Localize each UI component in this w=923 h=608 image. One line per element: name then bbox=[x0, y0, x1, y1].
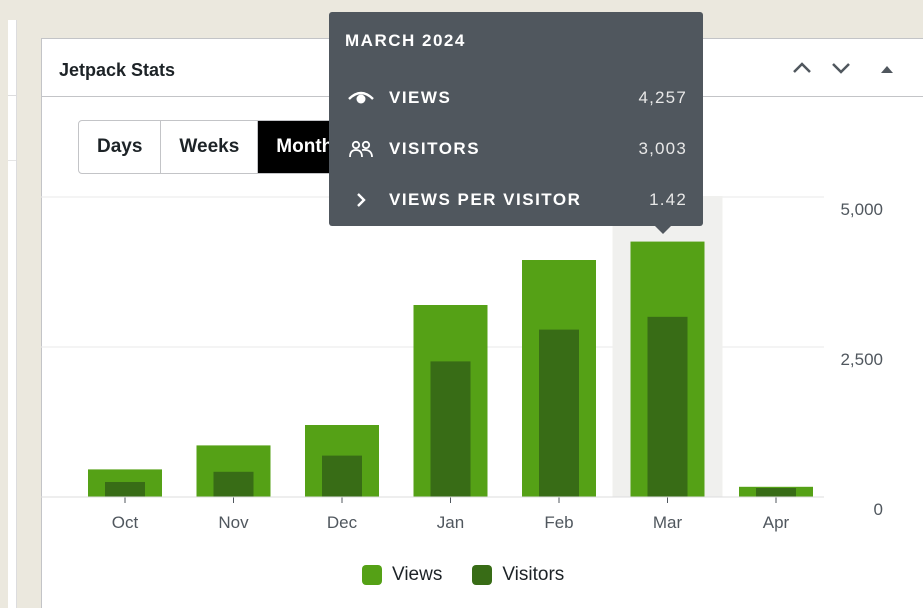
y-tick-label: 5,000 bbox=[840, 200, 883, 219]
x-tick-label: Jan bbox=[437, 513, 464, 532]
tooltip-row-views-per-visitor: VIEWS PER VISITOR 1.42 bbox=[329, 185, 703, 215]
bar-visitors-jan bbox=[430, 361, 471, 497]
left-panel bbox=[8, 20, 17, 608]
tooltip-row-visitors: VISITORS 3,003 bbox=[329, 134, 703, 164]
legend-swatch-views bbox=[362, 565, 382, 585]
x-tick-label: Oct bbox=[112, 513, 139, 532]
tooltip-row-views: VIEWS 4,257 bbox=[329, 83, 703, 113]
legend-label-views: Views bbox=[392, 564, 443, 585]
people-icon bbox=[349, 140, 373, 158]
x-tick-label: Feb bbox=[544, 513, 573, 532]
tooltip-label-views-per-visitor: VIEWS PER VISITOR bbox=[389, 190, 582, 209]
tooltip-value-visitors: 3,003 bbox=[638, 139, 687, 158]
tooltip-label-visitors: VISITORS bbox=[389, 139, 481, 158]
y-tick-label: 2,500 bbox=[840, 350, 883, 369]
tooltip-value-views: 4,257 bbox=[638, 88, 687, 107]
tooltip-label-views: VIEWS bbox=[389, 88, 452, 107]
eye-icon bbox=[348, 91, 374, 104]
x-tick-label: Nov bbox=[218, 513, 249, 532]
bar-visitors-oct bbox=[105, 482, 145, 497]
bar-visitors-mar bbox=[647, 316, 688, 497]
bar-visitors-dec bbox=[322, 455, 362, 497]
bar-visitors-apr bbox=[756, 488, 796, 497]
chart-legend: Views Visitors bbox=[362, 564, 594, 586]
legend-item-views[interactable]: Views bbox=[362, 564, 442, 586]
tooltip-title: MARCH 2024 bbox=[345, 31, 466, 50]
legend-item-visitors[interactable]: Visitors bbox=[472, 564, 564, 586]
x-tick-label: Mar bbox=[653, 513, 683, 532]
chart-tooltip: MARCH 2024 VIEWS 4,257 VISITORS 3,003 VI… bbox=[329, 12, 703, 234]
bar-visitors-nov bbox=[213, 471, 254, 497]
tooltip-value-views-per-visitor: 1.42 bbox=[649, 190, 687, 209]
legend-swatch-visitors bbox=[472, 565, 493, 585]
bar-visitors-feb bbox=[539, 329, 579, 497]
y-tick-label: 0 bbox=[874, 500, 883, 519]
legend-label-visitors: Visitors bbox=[502, 564, 565, 585]
x-tick-label: Apr bbox=[763, 513, 790, 532]
x-tick-label: Dec bbox=[327, 513, 358, 532]
chevron-right-icon bbox=[357, 193, 366, 207]
